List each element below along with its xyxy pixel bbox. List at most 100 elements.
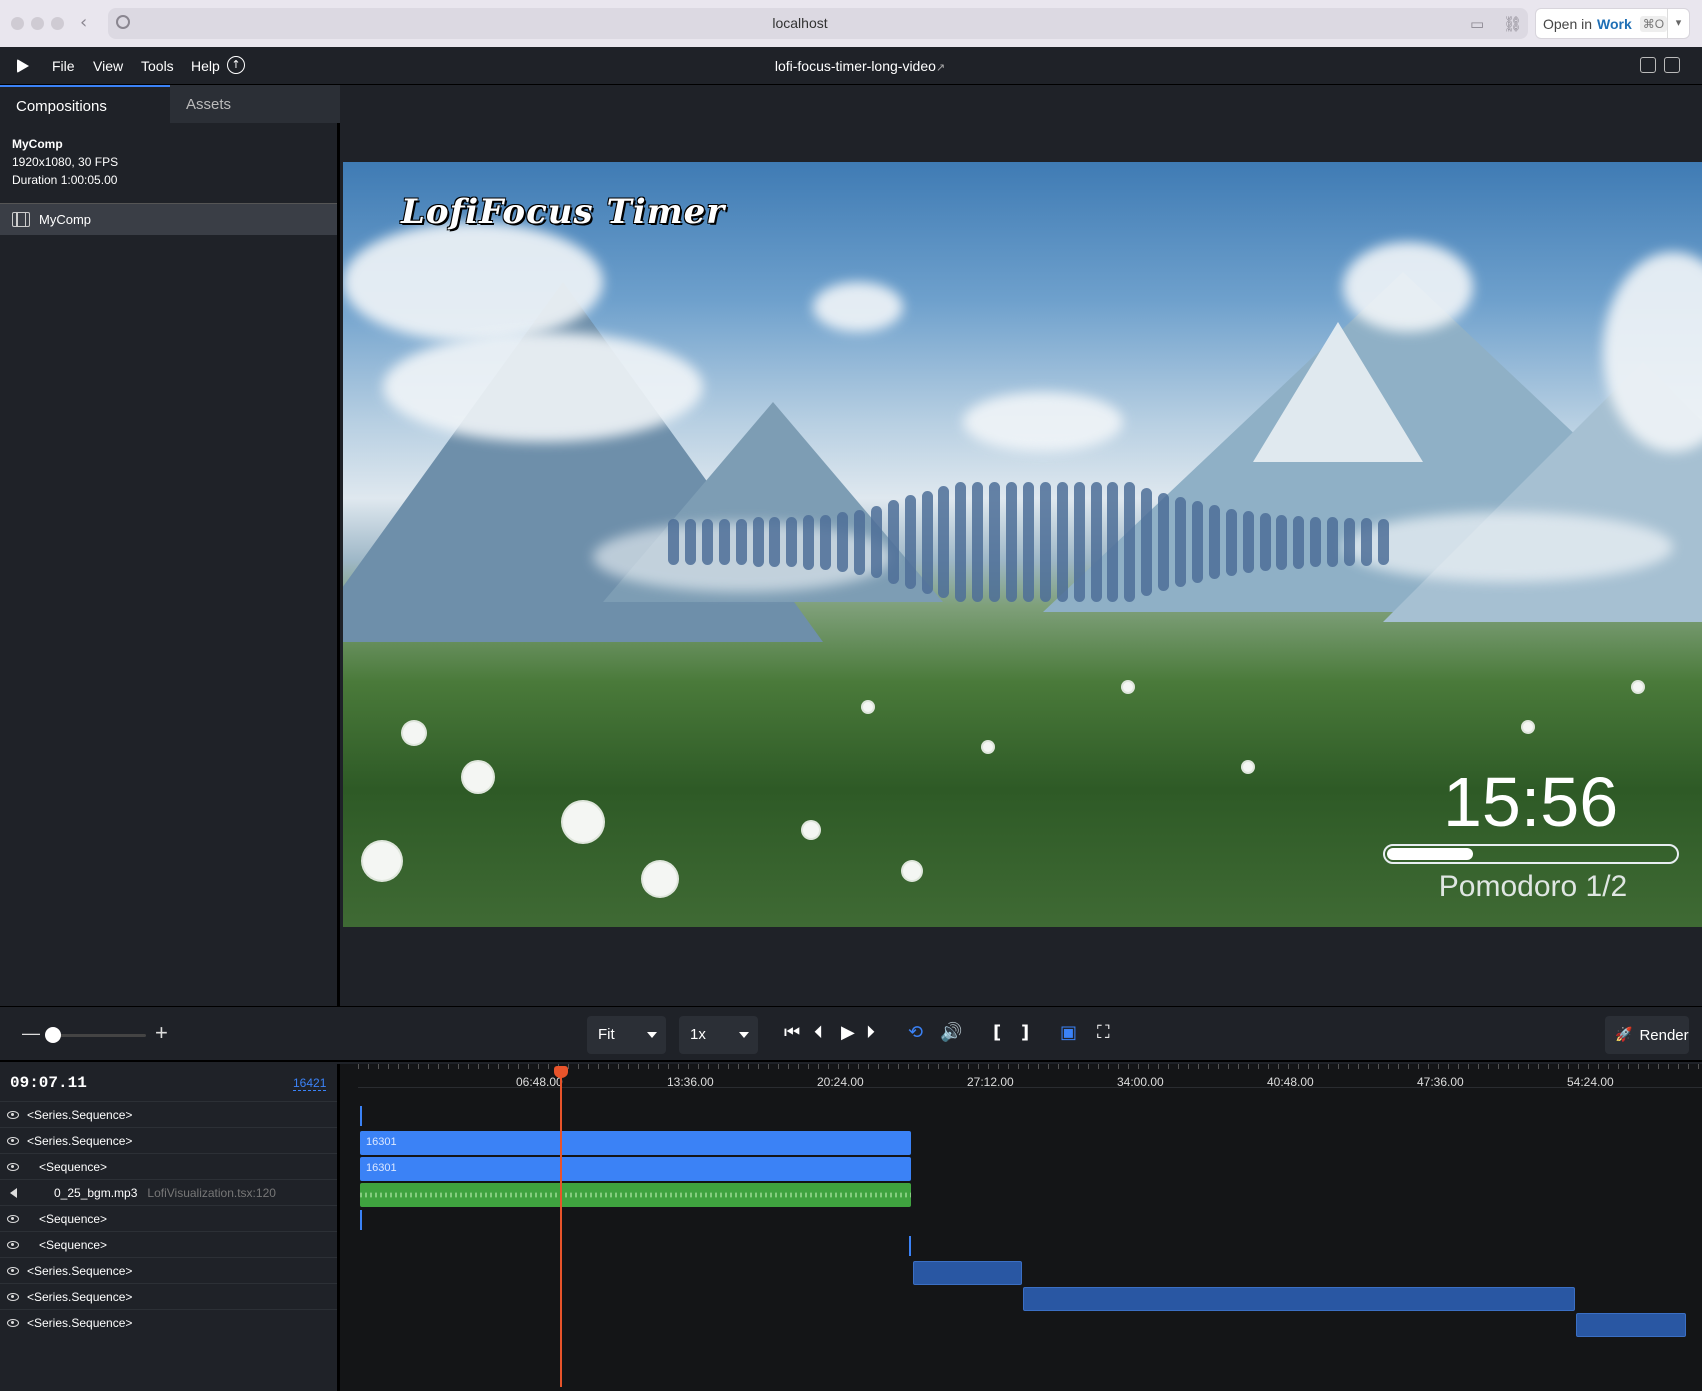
in-point-icon[interactable]: [ bbox=[993, 1023, 1001, 1043]
close-window-button[interactable] bbox=[11, 17, 24, 30]
visualizer-bar bbox=[922, 491, 933, 594]
browser-toolbar: ‹ localhost ▭ ⛓ Open in Work ⌘O ▾ bbox=[0, 0, 1702, 47]
visualizer-bar bbox=[1276, 515, 1287, 570]
audio-clip[interactable] bbox=[360, 1183, 911, 1207]
chevron-down-icon[interactable]: ▾ bbox=[1667, 9, 1689, 38]
chevron-down-icon bbox=[647, 1032, 657, 1038]
comp-resolution: 1920x1080, 30 FPS bbox=[12, 155, 119, 169]
zoom-in-icon[interactable]: + bbox=[155, 1020, 168, 1046]
timeline-clip[interactable] bbox=[1023, 1287, 1575, 1311]
left-panel-toggle-icon[interactable] bbox=[1640, 57, 1656, 73]
menu-file[interactable]: File bbox=[52, 58, 75, 74]
timeline-clip[interactable]: 16301 bbox=[360, 1131, 911, 1155]
app-logo-icon bbox=[17, 59, 29, 73]
eye-icon[interactable] bbox=[7, 1240, 19, 1249]
zoom-out-icon[interactable]: — bbox=[22, 1023, 40, 1044]
tab-assets[interactable]: Assets bbox=[170, 85, 340, 123]
link-icon[interactable]: ⛓ bbox=[1503, 15, 1522, 33]
audio-waveform bbox=[360, 1192, 911, 1198]
visualizer-bar bbox=[803, 515, 814, 570]
timeline-clip[interactable] bbox=[1576, 1313, 1686, 1337]
sequence-marker[interactable] bbox=[360, 1210, 362, 1230]
timeline-clip[interactable] bbox=[913, 1261, 1022, 1285]
playhead-handle[interactable] bbox=[554, 1066, 568, 1078]
out-point-icon[interactable]: ] bbox=[1021, 1023, 1029, 1043]
fullscreen-icon[interactable]: ⛶ bbox=[1097, 1023, 1110, 1043]
url-text[interactable]: localhost bbox=[640, 15, 960, 31]
upgrade-icon[interactable]: ↑ bbox=[227, 56, 245, 74]
back-icon[interactable]: ‹ bbox=[80, 12, 87, 33]
ruler-tick-label: 40:48.00 bbox=[1267, 1075, 1314, 1089]
sequence-marker[interactable] bbox=[909, 1236, 911, 1256]
checkerboard-icon[interactable]: ▣ bbox=[1060, 1023, 1077, 1043]
loop-icon[interactable]: ⟲ bbox=[908, 1023, 923, 1043]
right-panel-toggle-icon[interactable] bbox=[1664, 57, 1680, 73]
timeline-clip[interactable]: 16301 bbox=[360, 1157, 911, 1181]
eye-icon[interactable] bbox=[7, 1266, 19, 1275]
volume-icon[interactable]: 🔊 bbox=[940, 1023, 962, 1043]
menu-tools[interactable]: Tools bbox=[141, 58, 174, 74]
visualizer-bar bbox=[1057, 482, 1068, 602]
skip-to-start-icon[interactable]: ⏮ bbox=[784, 1023, 800, 1043]
fit-select-value: Fit bbox=[598, 1026, 615, 1043]
player-controls: — + Fit 1x ⏮ ⏴ ▶ ⏵ ⟲ 🔊 [ ] ▣ ⛶ 🚀 Render bbox=[0, 1006, 1702, 1062]
menu-view[interactable]: View bbox=[93, 58, 123, 74]
reader-icon[interactable]: ▭ bbox=[1470, 15, 1484, 33]
visualizer-bar bbox=[753, 517, 764, 567]
zoom-window-button[interactable] bbox=[51, 17, 64, 30]
video-preview[interactable]: LofiFocus Timer 15:56 Pomodoro 1/2 bbox=[343, 162, 1702, 927]
zoom-slider[interactable] bbox=[54, 1034, 146, 1037]
eye-icon[interactable] bbox=[7, 1110, 19, 1119]
track-row[interactable]: 0_25_bgm.mp3 LofiVisualization.tsx:120 bbox=[0, 1179, 337, 1205]
eye-icon[interactable] bbox=[7, 1136, 19, 1145]
visualizer-bar bbox=[972, 482, 983, 602]
track-row[interactable]: <Series.Sequence> bbox=[0, 1127, 337, 1153]
speaker-icon[interactable] bbox=[10, 1187, 17, 1198]
render-button-label: Render bbox=[1639, 1026, 1689, 1044]
playhead[interactable] bbox=[560, 1066, 562, 1387]
track-row[interactable]: <Sequence> bbox=[0, 1153, 337, 1179]
visualizer-bar bbox=[938, 486, 949, 598]
play-icon[interactable]: ▶ bbox=[841, 1023, 855, 1043]
cloud bbox=[813, 282, 903, 332]
visualizer-bar bbox=[786, 517, 797, 567]
eye-icon[interactable] bbox=[7, 1214, 19, 1223]
visualizer-bar bbox=[1310, 517, 1321, 567]
track-row[interactable]: <Series.Sequence> bbox=[0, 1257, 337, 1283]
open-in-button[interactable]: Open in Work ⌘O ▾ bbox=[1535, 8, 1690, 39]
project-title[interactable]: lofi-focus-timer-long-video↗ bbox=[650, 58, 1070, 74]
step-back-icon[interactable]: ⏴ bbox=[814, 1023, 823, 1043]
current-timecode[interactable]: 09:07.11 bbox=[10, 1074, 87, 1092]
app-menubar: File View Tools Help ↑ lofi-focus-timer-… bbox=[0, 47, 1702, 85]
zoom-slider-handle[interactable] bbox=[45, 1027, 61, 1043]
visualizer-bar bbox=[1260, 513, 1271, 571]
sequence-marker[interactable] bbox=[360, 1106, 362, 1126]
track-row[interactable]: <Series.Sequence> bbox=[0, 1309, 337, 1335]
film-icon bbox=[12, 212, 30, 227]
rocket-icon: 🚀 bbox=[1615, 1027, 1633, 1043]
cloud bbox=[383, 332, 703, 442]
eye-icon[interactable] bbox=[7, 1318, 19, 1327]
menu-help[interactable]: Help bbox=[191, 58, 220, 74]
fit-select[interactable]: Fit bbox=[587, 1016, 666, 1054]
track-row[interactable]: <Sequence> bbox=[0, 1205, 337, 1231]
flower bbox=[563, 802, 603, 842]
eye-icon[interactable] bbox=[7, 1292, 19, 1301]
track-row[interactable]: <Sequence> bbox=[0, 1231, 337, 1257]
visualizer-bar bbox=[702, 519, 713, 565]
current-frame[interactable]: 16421 bbox=[293, 1076, 327, 1091]
visualizer-bar bbox=[820, 515, 831, 570]
visualizer-bar bbox=[1006, 482, 1017, 602]
visualizer-bar bbox=[854, 510, 865, 575]
eye-icon[interactable] bbox=[7, 1162, 19, 1171]
track-row[interactable]: <Series.Sequence> bbox=[0, 1283, 337, 1309]
minimize-window-button[interactable] bbox=[31, 17, 44, 30]
visualizer-bar bbox=[769, 517, 780, 567]
tab-compositions[interactable]: Compositions bbox=[0, 85, 170, 123]
render-button[interactable]: 🚀 Render bbox=[1605, 1016, 1689, 1054]
step-forward-icon[interactable]: ⏵ bbox=[866, 1023, 875, 1043]
track-row[interactable]: <Series.Sequence> bbox=[0, 1101, 337, 1127]
speed-select[interactable]: 1x bbox=[679, 1016, 758, 1054]
visualizer-bar bbox=[1040, 482, 1051, 602]
composition-list-item[interactable]: MyComp bbox=[0, 203, 337, 235]
